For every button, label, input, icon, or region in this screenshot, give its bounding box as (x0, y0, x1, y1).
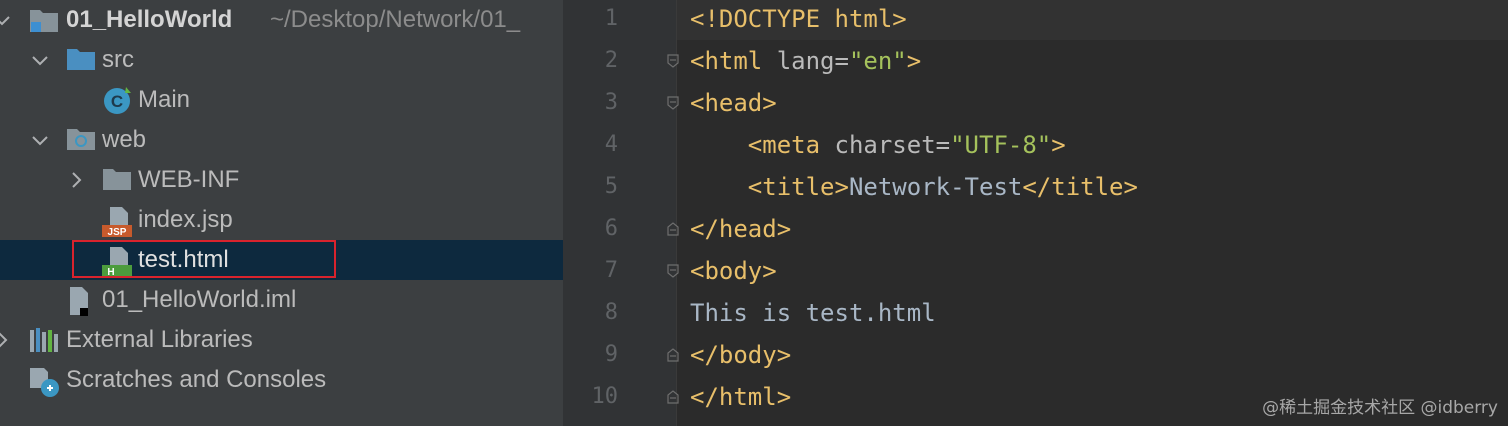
fold-open-icon[interactable] (667, 264, 679, 278)
code-tag: <head> (690, 89, 777, 117)
tree-row-index-jsp[interactable]: JSP index.jsp (0, 200, 563, 240)
chevron-right-icon[interactable] (0, 328, 14, 352)
module-folder-icon (30, 10, 58, 32)
code-attr: lang= (762, 47, 849, 75)
fold-open-icon[interactable] (667, 54, 679, 68)
code-tag: </title> (1022, 173, 1138, 201)
project-tree-panel: 01_HelloWorld ~/Desktop/Network/01_ src … (0, 0, 563, 426)
code-tag: <body> (690, 257, 777, 285)
fold-close-icon[interactable] (667, 390, 679, 404)
code-line[interactable]: <meta charset="UTF-8"> (690, 124, 1066, 166)
source-folder-icon (67, 49, 95, 70)
code-text: This is test.html (690, 299, 936, 327)
jsp-file-icon: JSP (102, 207, 132, 238)
tree-row-web-inf[interactable]: WEB-INF (0, 160, 563, 200)
chevron-down-icon[interactable] (28, 128, 52, 152)
code-line[interactable]: <html lang="en"> (690, 40, 921, 82)
code-tag: > (906, 47, 922, 75)
chevron-down-icon[interactable] (28, 48, 52, 72)
tree-item-label: Scratches and Consoles (66, 366, 327, 393)
line-number: 4 (604, 132, 618, 157)
line-number: 8 (604, 300, 618, 325)
tree-item-label: Main (138, 86, 191, 113)
chevron-down-icon[interactable] (0, 8, 14, 32)
code-line[interactable]: This is test.html (690, 292, 936, 334)
line-number: 2 (604, 48, 618, 73)
libraries-icon (30, 328, 58, 352)
code-line[interactable]: <title>Network-Test</title> (690, 166, 1138, 208)
code-text: Network-Test (848, 173, 1023, 201)
code-string: "UTF-8" (950, 131, 1052, 159)
line-number: 6 (604, 216, 618, 241)
tree-row-main[interactable]: C Main (0, 80, 563, 120)
code-tag: </html> (690, 383, 792, 411)
line-number: 1 (604, 6, 618, 31)
tree-item-label: 01_HelloWorld.iml (102, 286, 297, 313)
code-line[interactable]: <body> (690, 250, 777, 292)
jsp-badge-text: JSP (108, 227, 127, 238)
java-class-icon: C (104, 87, 131, 114)
code-attr: charset= (820, 131, 951, 159)
scratches-icon (30, 368, 59, 397)
code-tag: </head> (690, 215, 792, 243)
tree-item-label: web (102, 126, 147, 153)
module-file-icon (70, 287, 88, 316)
chevron-right-icon[interactable] (64, 168, 88, 192)
watermark: @稀土掘金技术社区 @idberry (1262, 398, 1498, 418)
tree-row-scratches[interactable]: Scratches and Consoles (0, 360, 563, 400)
line-number: 3 (604, 90, 618, 115)
svg-text:C: C (111, 92, 123, 111)
tree-row-external-libraries[interactable]: External Libraries (0, 320, 563, 360)
tree-item-label: index.jsp (138, 206, 233, 233)
project-name: 01_HelloWorld (66, 6, 233, 33)
tree-item-label: WEB-INF (138, 166, 240, 193)
code-line[interactable]: <head> (690, 82, 777, 124)
fold-close-icon[interactable] (667, 348, 679, 362)
highlight-box (72, 240, 336, 278)
code-line[interactable]: </html> (690, 376, 791, 418)
tree-row-web[interactable]: web (0, 120, 563, 160)
code-line[interactable]: </body> (690, 334, 791, 376)
web-folder-icon (67, 129, 95, 150)
code-line[interactable]: </head> (690, 208, 791, 250)
fold-open-icon[interactable] (667, 96, 679, 110)
project-path: ~/Desktop/Network/01_ (270, 6, 521, 33)
tree-row-root[interactable]: 01_HelloWorld ~/Desktop/Network/01_ (0, 0, 563, 40)
line-number: 10 (591, 384, 619, 409)
code-tag: <title> (747, 173, 849, 201)
fold-close-icon[interactable] (667, 222, 679, 236)
code-tag: > (1051, 131, 1066, 159)
line-number: 5 (604, 174, 618, 199)
code-string: "en" (848, 47, 907, 75)
code-editor[interactable]: 1 2 3 4 5 6 7 8 9 10 <!DOCTYPE html> <ht… (563, 0, 1508, 426)
tree-item-label: src (102, 46, 134, 73)
line-number: 7 (604, 258, 618, 283)
code-tag: <html (690, 47, 763, 75)
line-number: 9 (604, 342, 618, 367)
code-tag: <!DOCTYPE html> (690, 5, 907, 33)
code-line[interactable]: <!DOCTYPE html> (690, 0, 907, 40)
tree-row-iml[interactable]: 01_HelloWorld.iml (0, 280, 563, 320)
tree-row-src[interactable]: src (0, 40, 563, 80)
tree-item-label: External Libraries (66, 326, 253, 353)
folder-icon (103, 169, 131, 190)
code-tag: </body> (690, 341, 792, 369)
code-tag: <meta (747, 131, 821, 159)
